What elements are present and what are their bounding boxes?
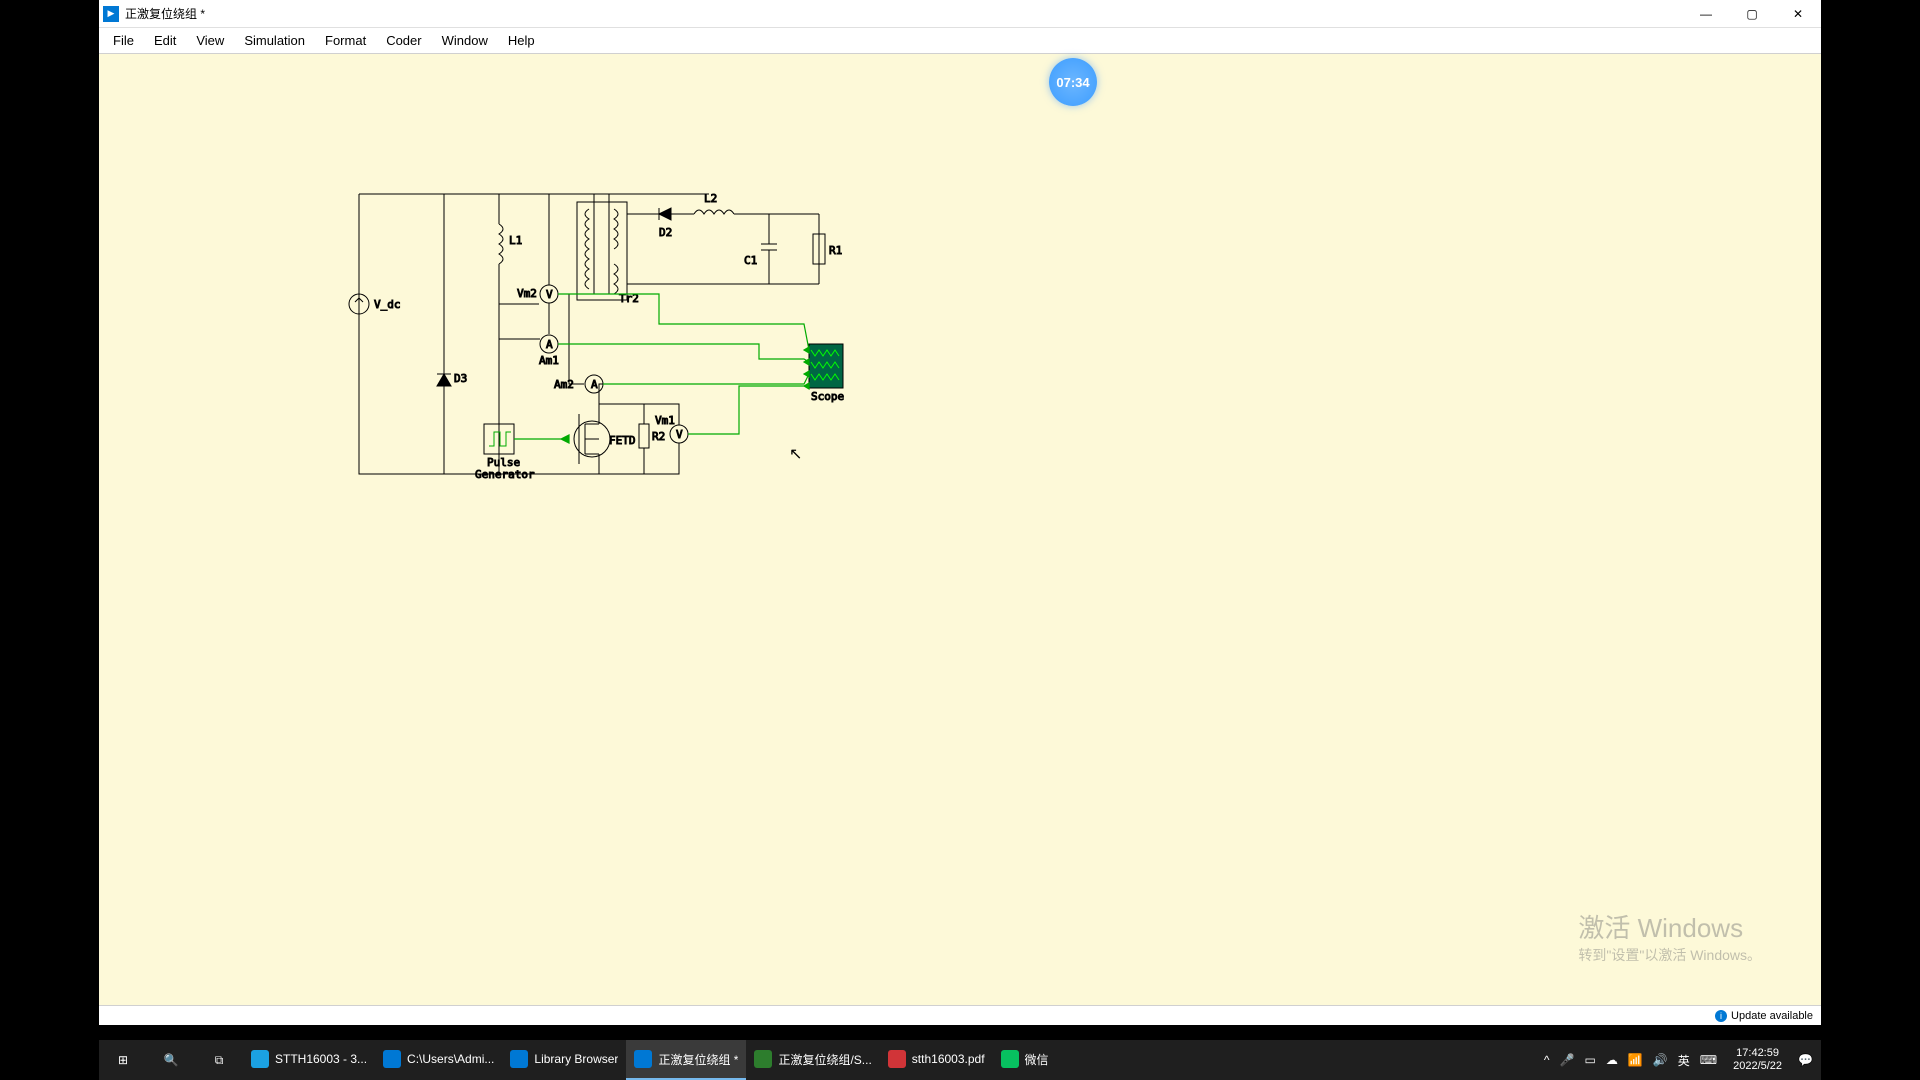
start-button[interactable]: ⊞	[99, 1040, 147, 1080]
task-view-button[interactable]: ⧉	[195, 1040, 243, 1080]
label-vm2: Vm2	[517, 287, 537, 300]
taskbar-task-icon	[383, 1050, 401, 1068]
taskbar: ⊞ 🔍 ⧉ STTH16003 - 3... C:\Users\Admi... Li…	[99, 1040, 1821, 1080]
label-r2: R2	[652, 430, 665, 443]
timer-overlay: 07:34	[1049, 58, 1097, 106]
tray-notifications-icon[interactable]: 💬	[1798, 1053, 1813, 1067]
taskbar-task-icon	[251, 1050, 269, 1068]
tray-keyboard-icon[interactable]: ⌨	[1700, 1053, 1717, 1067]
taskbar-task-label: STTH16003 - 3...	[275, 1052, 367, 1066]
svg-text:V: V	[676, 428, 683, 441]
taskbar-task-label: 正激复位绕组/S...	[778, 1051, 871, 1068]
tray-wifi-icon[interactable]: 📶	[1628, 1053, 1643, 1067]
status-text[interactable]: Update available	[1731, 1010, 1813, 1022]
canvas[interactable]: 07:34 V_dc D3 L1	[99, 54, 1821, 1005]
taskbar-task-3[interactable]: 正激复位绕组 *	[626, 1040, 746, 1080]
label-c1: C1	[744, 254, 757, 267]
taskbar-task-2[interactable]: Library Browser	[502, 1040, 626, 1080]
taskbar-task-4[interactable]: 正激复位绕组/S...	[746, 1040, 879, 1080]
tray-onedrive-icon[interactable]: ☁	[1606, 1053, 1618, 1067]
maximize-button[interactable]: ▢	[1729, 0, 1775, 28]
taskbar-task-label: 正激复位绕组 *	[658, 1051, 738, 1068]
tray-clock[interactable]: 17:42:59 2022/5/22	[1727, 1047, 1788, 1073]
menu-edit[interactable]: Edit	[144, 30, 186, 51]
tray-mic-icon[interactable]: 🎤	[1560, 1053, 1575, 1067]
label-fet: FETD	[609, 434, 636, 447]
label-am1: Am1	[539, 354, 559, 367]
label-vm1: Vm1	[655, 414, 675, 427]
taskbar-task-label: 微信	[1025, 1051, 1049, 1068]
taskbar-task-6[interactable]: 微信	[993, 1040, 1057, 1080]
label-d2: D2	[659, 226, 672, 239]
menu-view[interactable]: View	[186, 30, 234, 51]
menu-coder[interactable]: Coder	[376, 30, 431, 51]
taskbar-task-icon	[1001, 1050, 1019, 1068]
schematic-diagram: V_dc D3 L1 V Vm2 A Am1	[99, 54, 999, 554]
tray-date: 2022/5/22	[1733, 1060, 1782, 1073]
label-l2: L2	[704, 192, 717, 205]
menu-file[interactable]: File	[103, 30, 144, 51]
close-button[interactable]: ✕	[1775, 0, 1821, 28]
watermark-line1: 激活 Windows	[1578, 908, 1761, 945]
status-bar: i Update available	[99, 1005, 1821, 1025]
minimize-button[interactable]: —	[1683, 0, 1729, 28]
info-icon: i	[1715, 1010, 1727, 1022]
taskbar-task-icon	[634, 1050, 652, 1068]
tray-time: 17:42:59	[1733, 1047, 1782, 1060]
taskbar-task-icon	[754, 1050, 772, 1068]
taskbar-task-5[interactable]: stth16003.pdf	[880, 1040, 993, 1080]
label-r1: R1	[829, 244, 842, 257]
label-d3: D3	[454, 372, 467, 385]
menu-window[interactable]: Window	[432, 30, 498, 51]
taskbar-task-label: Library Browser	[534, 1052, 618, 1066]
search-button[interactable]: 🔍	[147, 1040, 195, 1080]
tray-volume-icon[interactable]: 🔊	[1653, 1053, 1668, 1067]
watermark-line2: 转到"设置"以激活 Windows。	[1578, 945, 1761, 965]
svg-text:V: V	[546, 288, 553, 301]
window-title: 正激复位绕组 *	[125, 5, 1683, 22]
menu-bar: File Edit View Simulation Format Coder W…	[99, 28, 1821, 54]
label-vdc: V_dc	[374, 298, 401, 311]
svg-text:A: A	[546, 338, 553, 351]
taskbar-task-1[interactable]: C:\Users\Admi...	[375, 1040, 502, 1080]
tray-ime[interactable]: 英	[1678, 1052, 1690, 1069]
label-scope: Scope	[811, 390, 844, 403]
system-tray[interactable]: ^ 🎤 ▭ ☁ 📶 🔊 英 ⌨ 17:42:59 2022/5/22 💬	[1536, 1047, 1821, 1073]
label-l1: L1	[509, 234, 522, 247]
tray-battery-icon[interactable]: ▭	[1585, 1053, 1596, 1067]
menu-simulation[interactable]: Simulation	[234, 30, 315, 51]
taskbar-task-icon	[888, 1050, 906, 1068]
title-bar: 正激复位绕组 * — ▢ ✕	[99, 0, 1821, 28]
menu-help[interactable]: Help	[498, 30, 545, 51]
tray-chevron-icon[interactable]: ^	[1544, 1053, 1550, 1067]
taskbar-task-icon	[510, 1050, 528, 1068]
watermark: 激活 Windows 转到"设置"以激活 Windows。	[1578, 908, 1761, 965]
taskbar-task-label: stth16003.pdf	[912, 1052, 985, 1066]
taskbar-task-label: C:\Users\Admi...	[407, 1052, 494, 1066]
app-icon	[103, 6, 119, 22]
svg-text:A: A	[591, 378, 598, 391]
taskbar-task-0[interactable]: STTH16003 - 3...	[243, 1040, 375, 1080]
menu-format[interactable]: Format	[315, 30, 376, 51]
